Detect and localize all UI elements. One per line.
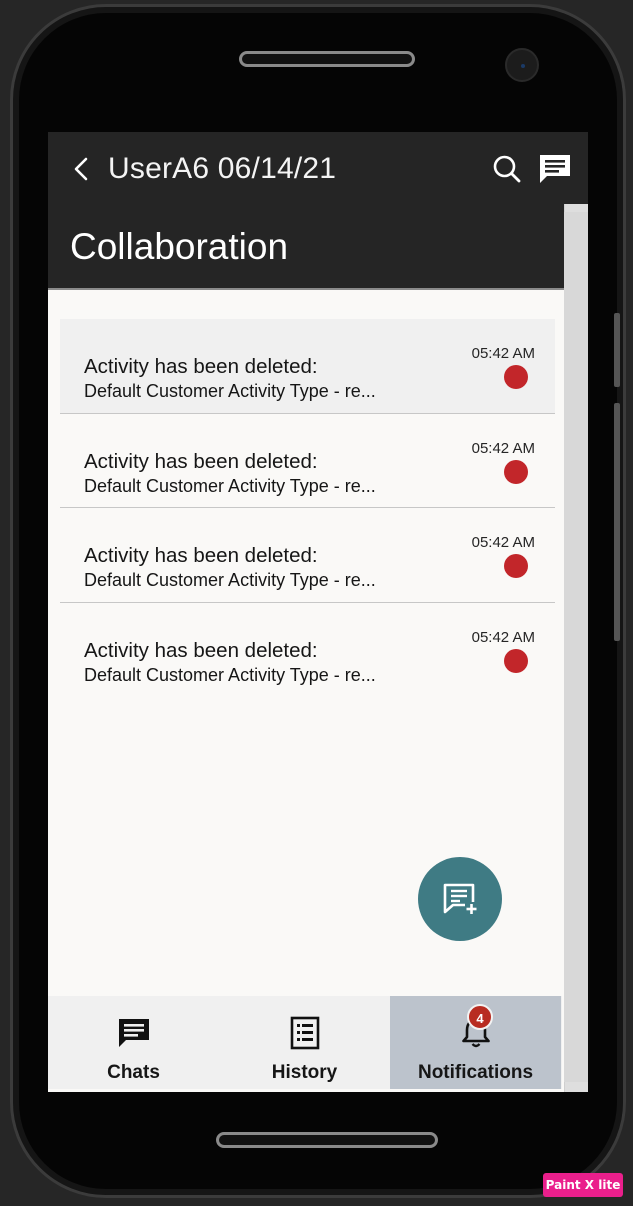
tab-history-label: History	[271, 1062, 338, 1083]
notification-title: Activity has been deleted:	[84, 638, 318, 662]
watermark-logo: Paint X lite	[543, 1173, 623, 1197]
tab-notifications[interactable]: 4 Notifications	[390, 996, 561, 1089]
tab-chats-label: Chats	[107, 1062, 160, 1083]
history-list-icon	[290, 1016, 319, 1050]
notification-item[interactable]: Activity has been deleted: Default Custo…	[60, 413, 555, 508]
notification-subtitle: Default Customer Activity Type - re...	[84, 570, 376, 590]
phone-home-bar	[216, 1132, 438, 1148]
notification-time: 05:42 AM	[471, 628, 535, 646]
notification-time: 05:42 AM	[471, 345, 535, 362]
notification-time: 05:42 AM	[471, 534, 535, 551]
notification-title: Activity has been deleted:	[84, 449, 318, 473]
tab-history[interactable]: History	[219, 996, 390, 1089]
phone-side-button	[614, 403, 620, 641]
phone-camera	[505, 48, 539, 82]
tab-notifications-label: Notifications	[417, 1062, 534, 1083]
notification-item[interactable]: Activity has been deleted: Default Custo…	[60, 508, 555, 603]
phone-speaker	[239, 51, 415, 67]
header-title: UserA6 06/14/21	[108, 152, 337, 185]
back-arrow-icon[interactable]	[70, 156, 94, 182]
phone-side-button	[614, 313, 620, 387]
notification-subtitle: Default Customer Activity Type - re...	[84, 664, 376, 685]
new-chat-icon	[443, 883, 478, 915]
notification-time: 05:42 AM	[471, 439, 535, 457]
unread-dot-icon	[504, 648, 528, 673]
scrollbar-thumb[interactable]	[564, 212, 588, 1082]
notification-item[interactable]: Activity has been deleted: Default Custo…	[60, 602, 555, 697]
notification-title: Activity has been deleted:	[84, 355, 318, 378]
bottom-navigation: Chats History 4 Notifications	[48, 996, 562, 1089]
page-title: Collaboration	[70, 226, 289, 267]
unread-dot-icon	[504, 554, 528, 578]
app-screen: UserA6 06/14/21 Collaboration Activity h…	[48, 132, 588, 1092]
chat-icon[interactable]	[538, 152, 572, 186]
notification-subtitle: Default Customer Activity Type - re...	[84, 475, 376, 496]
unread-dot-icon	[504, 365, 528, 389]
notification-title: Activity has been deleted:	[84, 544, 318, 567]
chat-icon	[118, 1019, 149, 1047]
search-icon[interactable]	[492, 154, 522, 184]
notification-item[interactable]: Activity has been deleted: Default Custo…	[60, 319, 555, 414]
unread-dot-icon	[504, 459, 528, 484]
page-header: Collaboration	[48, 204, 564, 290]
tab-chats[interactable]: Chats	[48, 996, 219, 1089]
top-app-bar: UserA6 06/14/21	[48, 132, 588, 204]
notification-subtitle: Default Customer Activity Type - re...	[84, 381, 376, 401]
notification-list: Activity has been deleted: Default Custo…	[60, 319, 555, 697]
new-chat-button[interactable]	[418, 857, 502, 941]
notification-count-badge: 4	[467, 1004, 493, 1030]
